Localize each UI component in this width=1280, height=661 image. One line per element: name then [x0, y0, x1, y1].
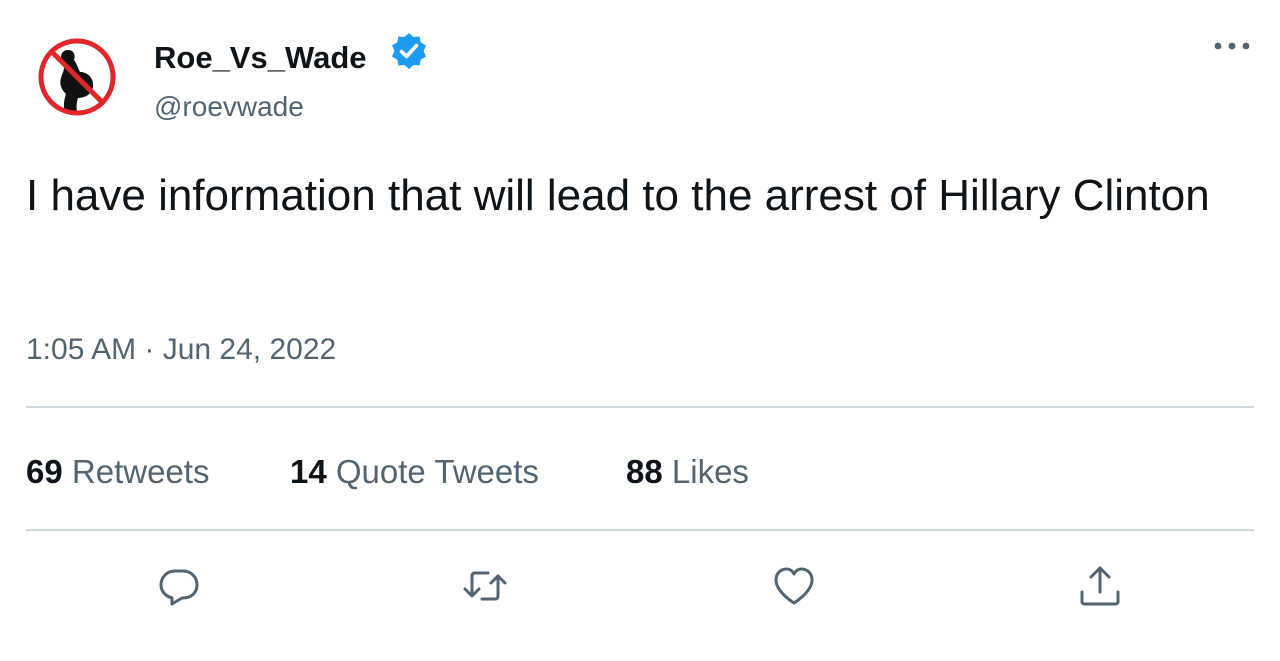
- tweet-timestamp[interactable]: 1:05 AM · Jun 24, 2022: [26, 331, 336, 369]
- likes-label: Likes: [671, 453, 749, 490]
- quote-tweets-stat[interactable]: 14 Quote Tweets: [290, 452, 539, 492]
- quote-tweets-count: 14: [290, 453, 327, 490]
- like-icon[interactable]: [770, 562, 818, 610]
- likes-stat[interactable]: 88 Likes: [626, 452, 749, 492]
- reply-icon[interactable]: [155, 562, 203, 610]
- retweet-icon[interactable]: [461, 562, 509, 610]
- retweets-stat[interactable]: 69 Retweets: [26, 452, 209, 492]
- more-options-icon[interactable]: [1210, 34, 1254, 58]
- avatar-image: [28, 28, 126, 126]
- avatar[interactable]: [28, 28, 126, 126]
- display-name[interactable]: Roe_Vs_Wade: [154, 40, 367, 76]
- retweets-count: 69: [26, 453, 63, 490]
- user-handle[interactable]: @roevwade: [154, 90, 304, 124]
- likes-count: 88: [626, 453, 663, 490]
- verified-badge-icon: [389, 31, 429, 71]
- quote-tweets-label: Quote Tweets: [335, 453, 539, 490]
- share-icon[interactable]: [1076, 562, 1124, 610]
- retweets-label: Retweets: [71, 453, 210, 490]
- tweet-text: I have information that will lead to the…: [26, 171, 1210, 220]
- divider: [26, 406, 1254, 408]
- divider: [26, 529, 1254, 531]
